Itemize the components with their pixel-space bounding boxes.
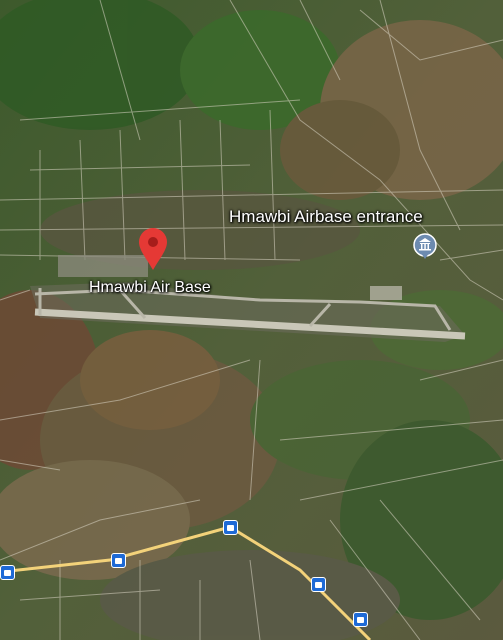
airbase-entrance-label[interactable]: Hmawbi Airbase entrance — [229, 207, 423, 227]
satellite-imagery — [0, 0, 503, 640]
bus-stop-icon[interactable] — [311, 577, 326, 592]
bus-stop-icon[interactable] — [353, 612, 368, 627]
bus-stop-icon[interactable] — [223, 520, 238, 535]
bus-stop-icon[interactable] — [0, 565, 15, 580]
air-base-label[interactable]: Hmawbi Air Base — [89, 279, 211, 297]
satellite-map[interactable]: Hmawbi Air Base Hmawbi Airbase entrance — [0, 0, 503, 640]
bus-stop-icon[interactable] — [111, 553, 126, 568]
